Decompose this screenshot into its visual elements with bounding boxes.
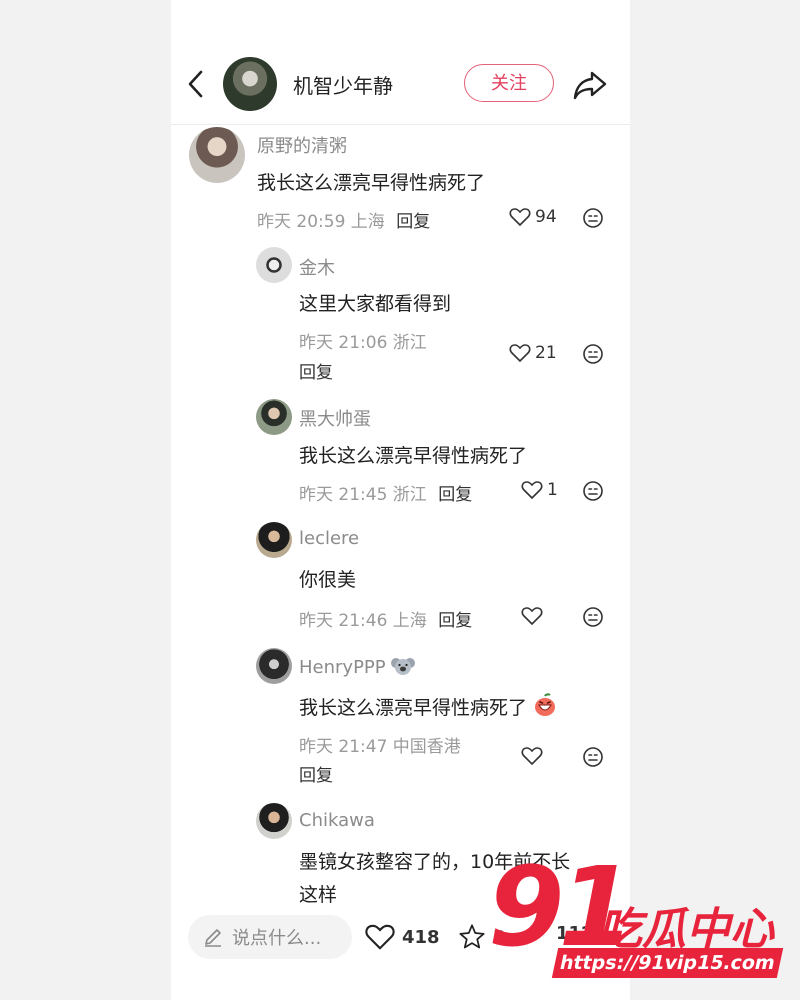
comment-input-placeholder: 说点什么...	[232, 928, 322, 949]
comment-time-location: 昨天 21:47 中国香港	[299, 737, 461, 757]
avatar[interactable]	[256, 247, 292, 283]
star-icon	[459, 924, 485, 949]
reply-item: 黑大帅蛋 我长这么漂亮早得性病死了 昨天 21:45 浙江 回复 1	[256, 399, 619, 509]
comment-username[interactable]: leclere	[299, 528, 359, 549]
dislike-icon[interactable]	[582, 480, 604, 506]
top-bar: 机智少年静 关注	[171, 55, 630, 115]
comment-username[interactable]: HenryPPP	[299, 657, 386, 678]
dislike-icon[interactable]	[582, 343, 604, 369]
like-count: 1	[547, 480, 558, 500]
comment-username[interactable]: Chikawa	[299, 810, 375, 831]
comment-meta: 昨天 20:59 上海 回复	[257, 207, 430, 232]
like-count: 94	[535, 207, 557, 227]
avatar[interactable]	[256, 399, 292, 435]
comment-username[interactable]: 黑大帅蛋	[299, 405, 371, 431]
avatar[interactable]	[189, 127, 245, 183]
avatar[interactable]	[256, 648, 292, 684]
dislike-icon[interactable]	[582, 207, 604, 233]
comment-time-location: 昨天 21:45 浙江	[299, 485, 427, 505]
author-name[interactable]: 机智少年静	[293, 70, 393, 99]
comment-text-row: 我长这么漂亮早得性病死了	[299, 693, 557, 722]
avatar[interactable]	[256, 803, 292, 839]
comment-text: 这里大家都看得到	[299, 293, 452, 315]
comment-time-location: 昨天 21:46 上海	[299, 611, 427, 631]
comment-text: 你很美	[299, 569, 357, 591]
dislike-icon[interactable]	[582, 746, 604, 772]
share-icon[interactable]	[571, 67, 609, 103]
koala-emoji	[391, 656, 416, 681]
comment-username[interactable]: 原野的清粥	[257, 132, 347, 158]
comment-text: 我长这么漂亮早得性病死了	[299, 697, 528, 719]
like-button[interactable]	[521, 606, 547, 626]
heart-icon	[521, 747, 543, 766]
like-button[interactable]	[521, 746, 547, 766]
reply-button[interactable]: 回复	[299, 358, 333, 383]
avatar[interactable]	[256, 522, 292, 558]
reply-item: 金木 这里大家都看得到 昨天 21:06 浙江 回复 21	[256, 247, 619, 383]
reply-button[interactable]: 回复	[438, 485, 472, 505]
reply-button[interactable]: 回复	[396, 212, 430, 232]
pencil-icon	[205, 929, 221, 947]
heart-icon	[365, 924, 395, 950]
heart-icon	[509, 344, 531, 363]
like-button[interactable]: 1	[521, 480, 558, 500]
reply-item: HenryPPP 我长这么漂亮早得性病死了 昨天 21:47 中国香港 回复	[256, 648, 619, 788]
comment-text: 我长这么漂亮早得性病死了	[257, 172, 486, 194]
reply-button[interactable]: 回复	[299, 761, 333, 786]
header-divider	[171, 124, 630, 125]
heart-icon	[509, 208, 531, 227]
like-total: 418	[402, 926, 440, 948]
like-button[interactable]: 21	[509, 343, 557, 363]
comment-item: 原野的清粥 我长这么漂亮早得性病死了 昨天 20:59 上海 回复 94	[189, 127, 619, 237]
watermark-url: https://91vip15.com	[551, 948, 784, 978]
comment-meta: 昨天 21:45 浙江 回复	[299, 480, 472, 505]
comment-text: 我长这么漂亮早得性病死了	[299, 445, 528, 467]
like-button[interactable]: 94	[509, 207, 557, 227]
heart-icon	[521, 607, 543, 626]
dislike-icon[interactable]	[582, 606, 604, 632]
comment-text-continued: 这样	[299, 884, 338, 906]
follow-button[interactable]: 关注	[464, 64, 554, 102]
comment-username-row: HenryPPP	[299, 656, 416, 681]
comment-meta: 昨天 21:46 上海 回复	[299, 606, 472, 631]
author-avatar[interactable]	[223, 57, 277, 111]
comment-username[interactable]: 金木	[299, 254, 335, 280]
heart-icon	[521, 481, 543, 500]
comment-input[interactable]: 说点什么...	[188, 915, 352, 959]
like-count: 21	[535, 343, 557, 363]
like-stat[interactable]: 418	[364, 923, 440, 951]
reply-button[interactable]: 回复	[438, 611, 472, 631]
back-arrow-icon[interactable]	[185, 69, 207, 99]
comment-time-location: 昨天 21:06 浙江	[299, 333, 427, 353]
reply-item: leclere 你很美 昨天 21:46 上海 回复	[256, 522, 619, 632]
grin-emoji	[533, 693, 557, 722]
comment-time-location: 昨天 20:59 上海	[257, 212, 385, 232]
